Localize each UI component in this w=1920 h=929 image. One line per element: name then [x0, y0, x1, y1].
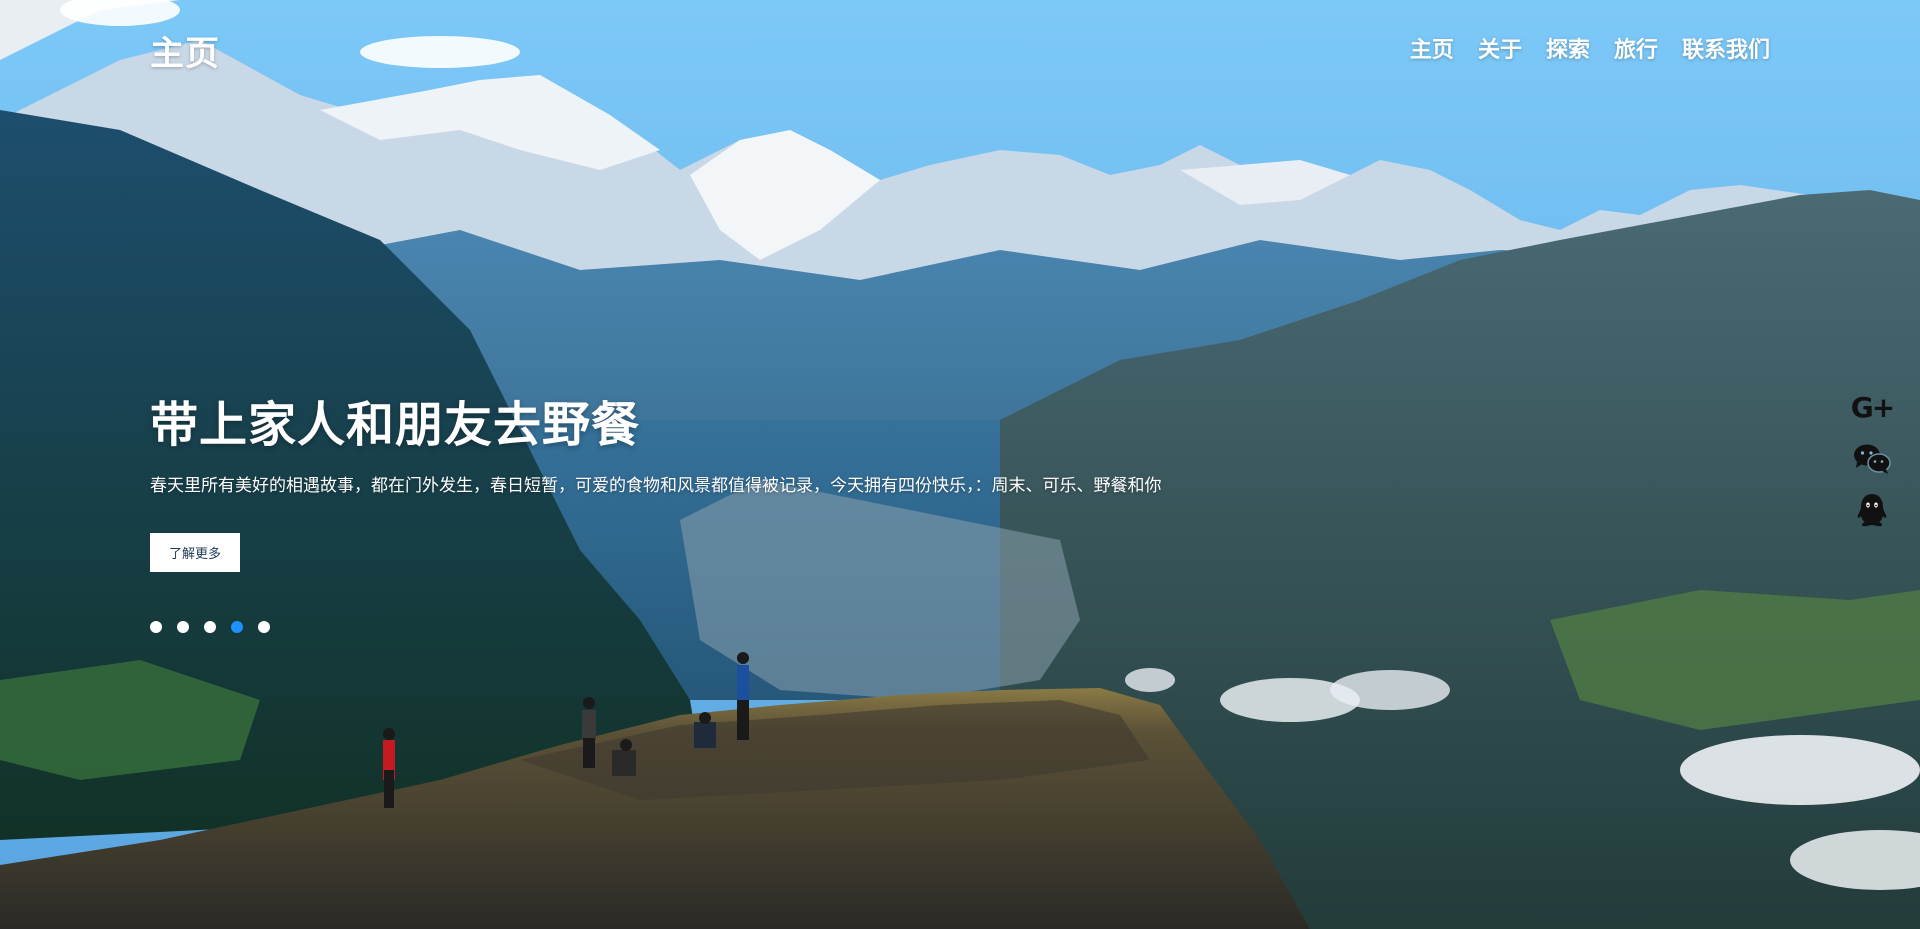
nav-item-contact[interactable]: 联系我们 [1682, 32, 1770, 64]
slider-dot-4[interactable] [231, 621, 243, 633]
qq-link[interactable] [1852, 492, 1892, 528]
hero-title: 带上家人和朋友去野餐 [150, 397, 641, 453]
slider-dot-2[interactable] [177, 621, 189, 633]
slider-pagination [150, 621, 270, 633]
nav-item-explore[interactable]: 探索 [1546, 32, 1590, 64]
google-plus-icon: G+ [1850, 391, 1895, 424]
slider-dot-3[interactable] [204, 621, 216, 633]
site-logo[interactable]: 主页 [150, 26, 220, 75]
google-plus-link[interactable]: G+ [1850, 390, 1895, 426]
hero-section: 主页 主页 关于 探索 旅行 联系我们 带上家人和朋友去野餐 春天里所有美好的相… [0, 0, 1920, 929]
wechat-link[interactable] [1852, 441, 1892, 477]
qq-icon [1857, 494, 1887, 527]
learn-more-button[interactable]: 了解更多 [150, 533, 240, 572]
wechat-icon [1854, 444, 1891, 474]
hero-subtitle: 春天里所有美好的相遇故事，都在门外发生，春日短暂，可爱的食物和风景都值得被记录，… [150, 476, 1162, 496]
mountain-background-image [0, 0, 1920, 929]
nav-item-about[interactable]: 关于 [1478, 32, 1522, 64]
nav-item-home[interactable]: 主页 [1410, 32, 1454, 64]
slider-dot-1[interactable] [150, 621, 162, 633]
social-links: G+ [1850, 390, 1895, 543]
nav-item-travel[interactable]: 旅行 [1614, 32, 1658, 64]
slider-dot-5[interactable] [258, 621, 270, 633]
main-nav: 主页 关于 探索 旅行 联系我们 [1410, 32, 1770, 64]
